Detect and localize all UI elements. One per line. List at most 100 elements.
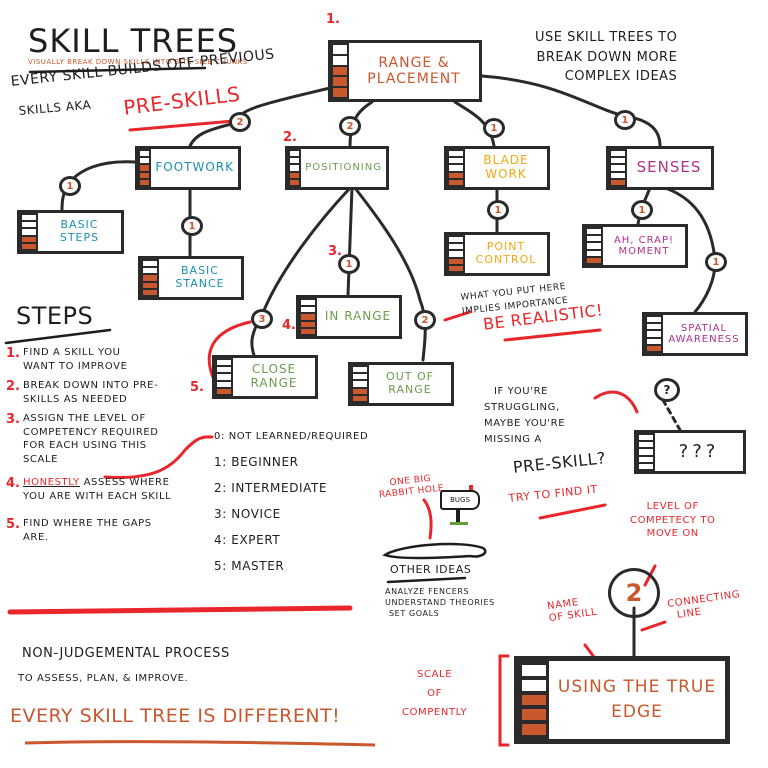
steps-underline <box>4 328 112 345</box>
competency-scale <box>645 315 663 353</box>
skill-node-legend-example[interactable]: Using the True Edge <box>514 656 730 744</box>
legend-connector-value: 2 <box>625 579 643 607</box>
grass <box>450 522 468 525</box>
scale-bar-empty <box>647 338 661 344</box>
step-text: Find where the gaps are. <box>22 518 152 543</box>
scale-level: 0: Not Learned/Required <box>214 431 369 442</box>
scale-bar-empty <box>22 229 36 235</box>
step-number: 3. <box>6 412 20 427</box>
skill-node-point-control[interactable]: Point Control <box>444 232 550 276</box>
level-note-line: competecy to <box>630 514 716 526</box>
scale-bar-filled <box>140 179 150 186</box>
struggling-line: struggling, <box>484 402 560 413</box>
connector-badge: 1 <box>487 200 509 220</box>
scale-bar-filled <box>449 179 463 186</box>
scale-bar-empty <box>353 381 367 387</box>
mailbox-icon: Bugs <box>440 485 480 530</box>
scale-bar-empty <box>611 158 625 164</box>
other-ideas-underline <box>386 576 467 584</box>
scale-bar-filled <box>353 388 367 394</box>
skill-node-range-placement[interactable]: Range & Placement <box>328 40 482 102</box>
scale-bar-empty <box>449 165 463 171</box>
competency-scale <box>351 365 369 403</box>
scale-bar-empty <box>290 151 300 157</box>
skill-node-basic-stance[interactable]: Basic Stance <box>138 256 244 300</box>
skill-label: Positioning <box>305 162 382 174</box>
skill-label: Basic Steps <box>59 218 100 244</box>
connector-badge: 1 <box>338 254 360 274</box>
connector-badge: 1 <box>181 216 203 236</box>
scale-bar-filled <box>301 328 315 335</box>
skill-label: Range & Placement <box>367 54 461 87</box>
scale-bar-empty <box>353 367 367 373</box>
scale-bar-empty <box>522 665 546 676</box>
honestly-emphasis: Honestly <box>22 477 80 488</box>
level-note-line: Level of <box>646 501 699 512</box>
struggling-line: maybe you're <box>484 418 566 429</box>
skill-node-blade-work[interactable]: Blade Work <box>444 146 550 190</box>
skill-node-missing[interactable]: ??? <box>634 430 746 474</box>
skill-node-basic-steps[interactable]: Basic Steps <box>17 210 124 254</box>
connector-badge: 1 <box>631 200 653 220</box>
skill-node-spatial-awareness[interactable]: Spatial Awareness <box>642 312 748 356</box>
steps-list: 1. Find a skill you want to improve 2. B… <box>6 346 236 544</box>
competency-scale <box>299 298 317 336</box>
step-text: Find a skill you want to improve <box>22 347 128 372</box>
hole-outline <box>382 542 487 560</box>
scale-bar-empty <box>333 55 347 65</box>
skill-node-senses[interactable]: Senses <box>606 146 714 190</box>
scale-bar-empty <box>449 244 463 250</box>
scale-level: 4: Expert <box>214 533 281 548</box>
competency-scale <box>331 43 349 99</box>
scale-bar-empty <box>143 268 157 274</box>
legend-connector-badge: 2 <box>608 568 660 618</box>
skill-node-in-range[interactable]: In Range <box>296 295 402 339</box>
other-idea-item: Set Goals <box>389 608 440 618</box>
footer-line-1: Non-Judgemental Process <box>22 646 230 661</box>
scale-bar-empty <box>333 45 347 54</box>
scale-level: 1: Beginner <box>214 454 299 469</box>
scale-bar-empty <box>301 307 315 313</box>
skill-label: In Range <box>324 309 392 324</box>
connector-badge: 2 <box>339 116 361 136</box>
skill-node-positioning[interactable]: Positioning <box>285 146 389 190</box>
step-number: 5. <box>6 517 20 532</box>
scale-level: 2: Intermediate <box>214 480 328 495</box>
other-idea-item: Understand Theories <box>385 597 495 607</box>
wire-pos-in <box>346 186 354 297</box>
scale-note-line: compently <box>402 707 468 718</box>
skill-label: Blade Work <box>483 153 529 181</box>
competency-scale <box>637 433 655 471</box>
skill-node-footwork[interactable]: Footwork <box>135 146 241 190</box>
scale-bar-filled <box>647 345 661 352</box>
step-item: 2. Break down into pre-skills as needed <box>6 379 236 406</box>
side-note-line: break down more <box>536 49 678 65</box>
skill-label: ??? <box>678 440 720 462</box>
skill-node-out-of-range[interactable]: Out of Range <box>348 362 454 406</box>
skill-node-ah-crap-moment[interactable]: Ah, Crap! Moment <box>582 224 688 268</box>
scale-bar-filled <box>449 258 463 264</box>
step-item: 4. Honestly assess where you are with ea… <box>6 476 236 503</box>
scale-bar-filled <box>301 314 315 320</box>
scale-bar-empty <box>449 158 463 164</box>
wire-root-senses <box>480 74 662 148</box>
side-note: Use skill trees to break down more compl… <box>535 28 677 87</box>
other-ideas-title: Other Ideas <box>390 563 472 576</box>
skill-label: Using the True Edge <box>557 676 717 723</box>
realistic-underline <box>503 328 602 342</box>
arrow-struggling <box>593 390 639 414</box>
scale-bar-empty <box>22 222 36 228</box>
scale-bar-empty <box>639 449 653 455</box>
footer-line-2: to assess, plan, & improve. <box>18 673 189 684</box>
competency-scale <box>20 213 38 251</box>
scale-bar-empty <box>587 236 601 242</box>
scale-bar-filled <box>522 724 546 735</box>
level-note: Level of competecy to move on <box>630 500 716 541</box>
scale-note-line: Scale <box>417 669 453 680</box>
side-note-line: Use skill trees to <box>535 30 678 45</box>
step-marker-1: 1. <box>326 12 340 27</box>
scale-bar-empty <box>140 158 150 164</box>
step-text: Honestly assess where you are with each … <box>23 476 193 503</box>
scale-bar-empty <box>647 324 661 330</box>
scale-bar-empty <box>639 442 653 448</box>
